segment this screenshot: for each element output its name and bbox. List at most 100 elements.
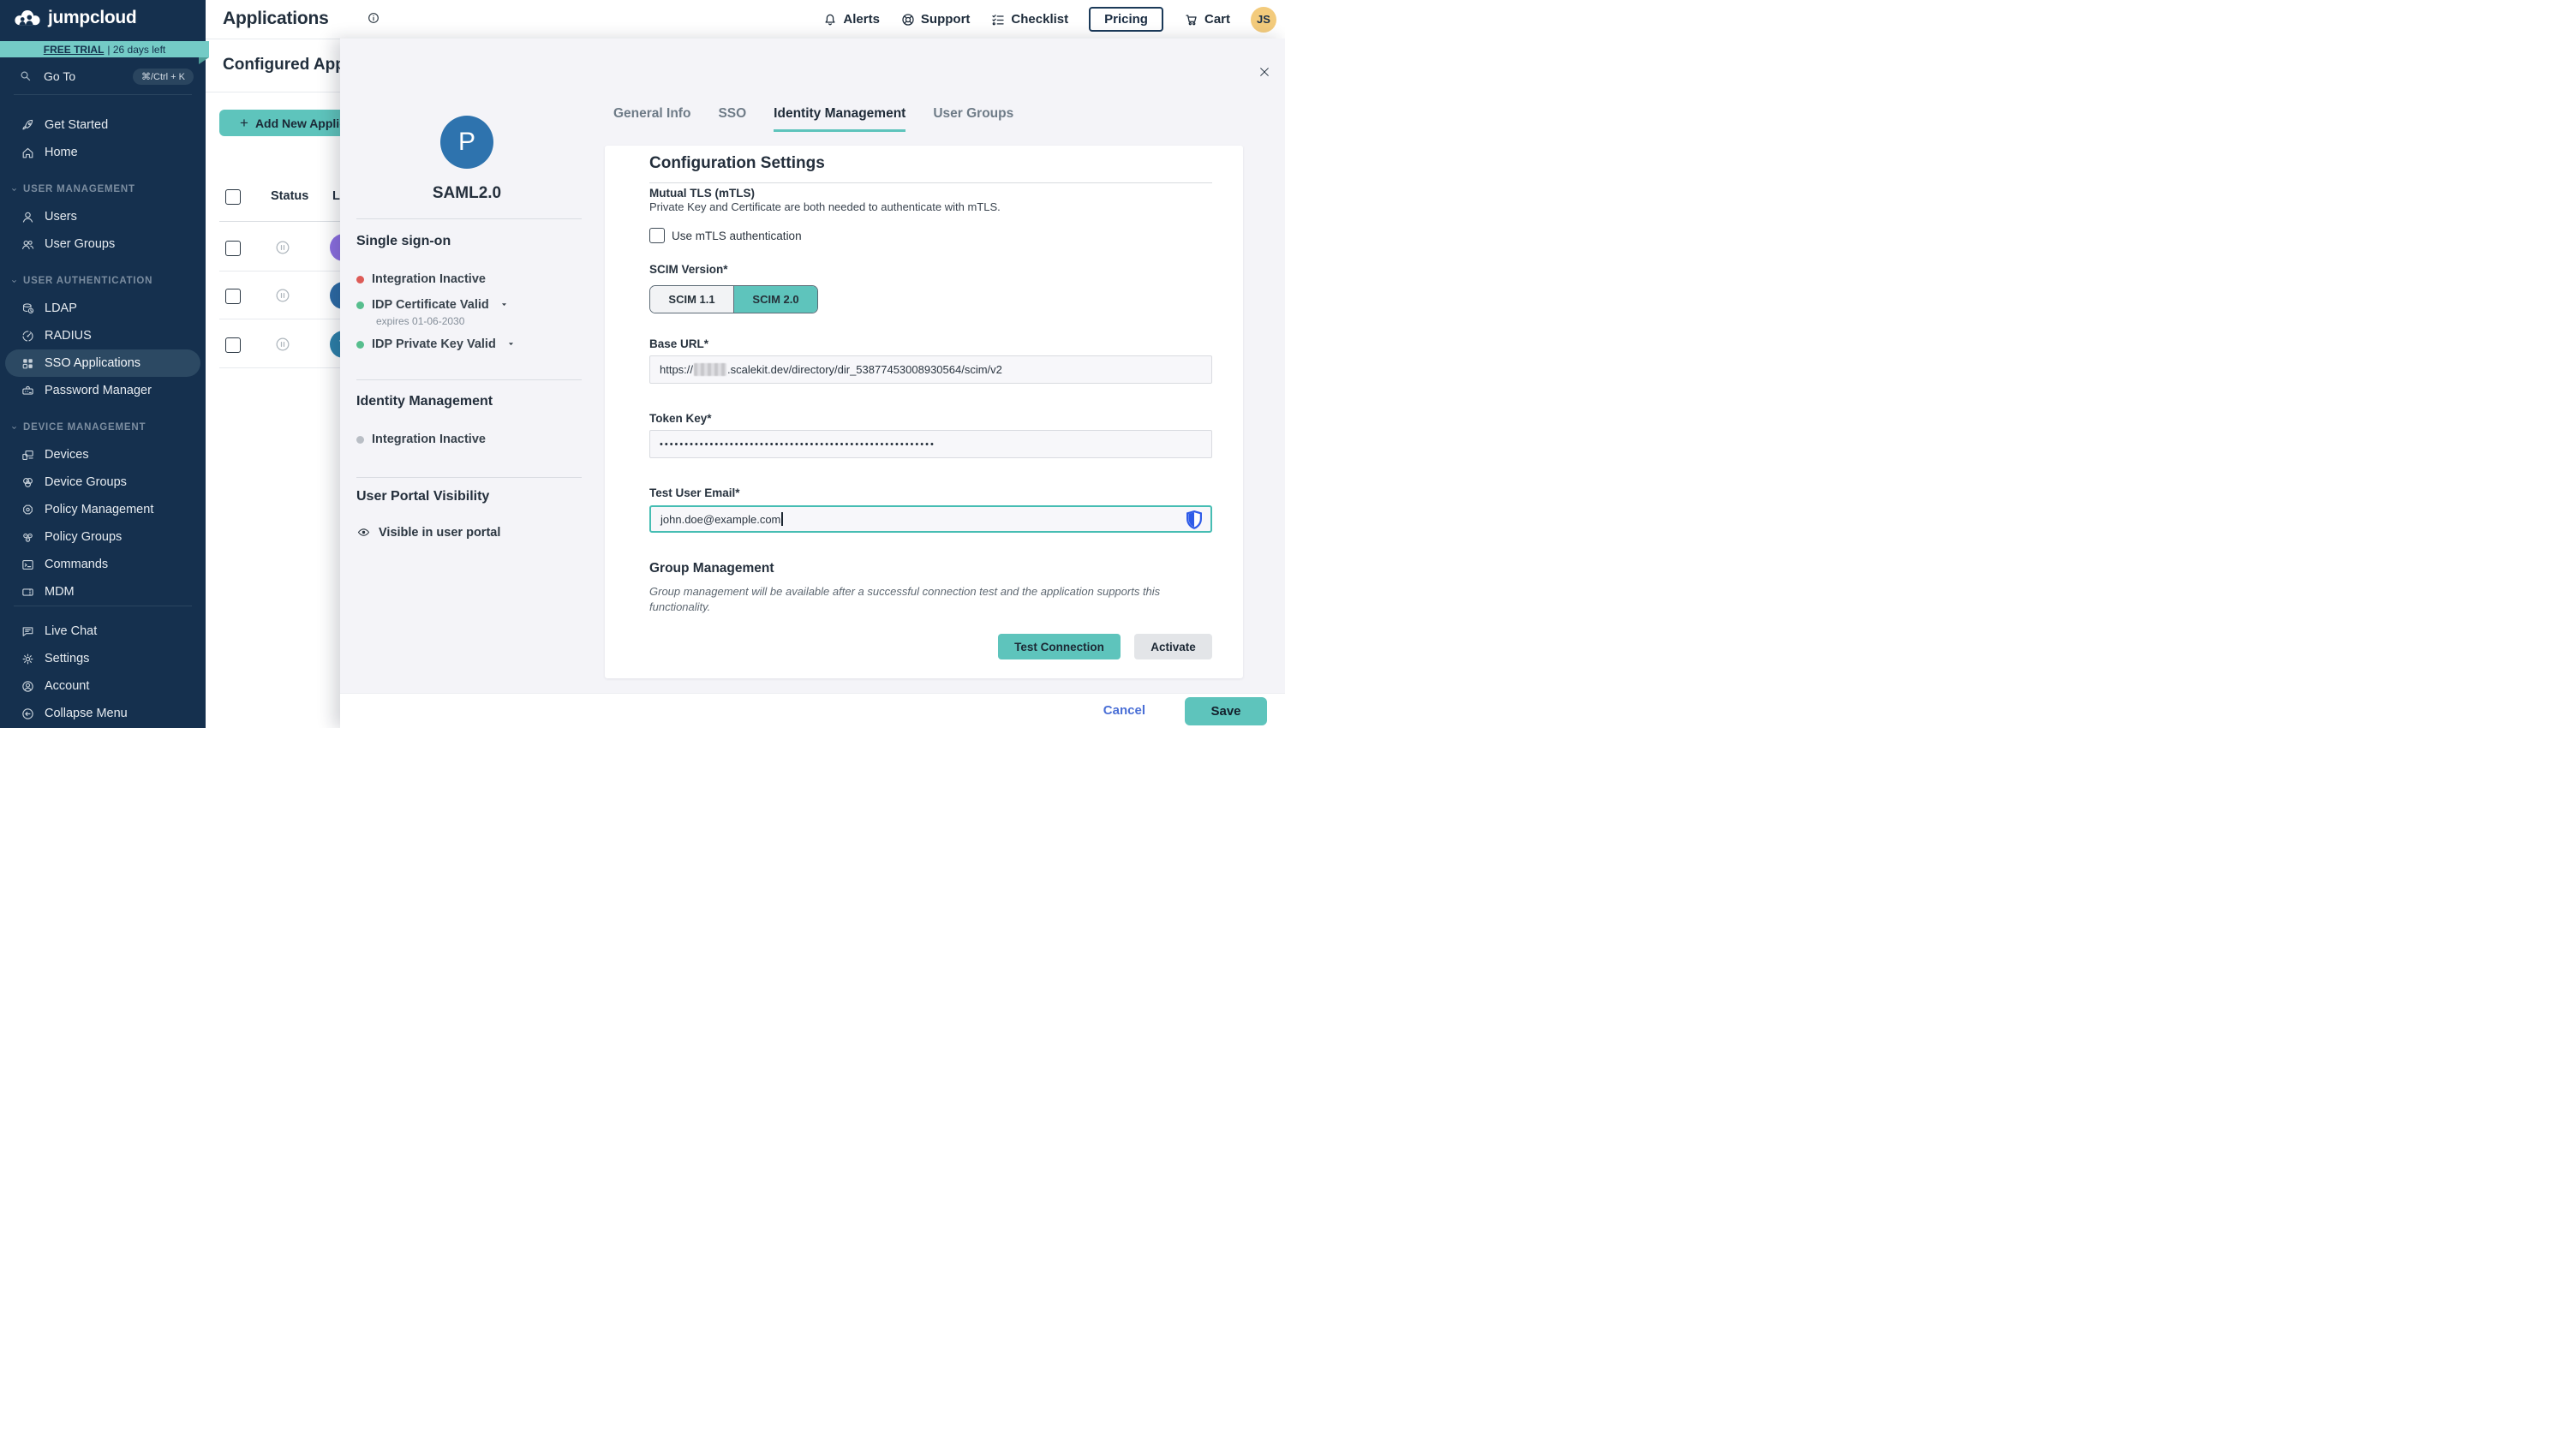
status-item: Integration Inactive [356, 433, 486, 446]
sidebar-item-get-started[interactable]: Get Started [0, 111, 206, 139]
rocket-icon [21, 118, 35, 133]
status-item[interactable]: IDP Private Key Valid [356, 337, 517, 352]
portal-heading: User Portal Visibility [356, 489, 489, 504]
select-all-checkbox[interactable] [225, 189, 241, 205]
sidebar-item-radius[interactable]: RADIUS [0, 322, 206, 349]
summary-divider-2 [356, 379, 582, 380]
sidebar-section-user-authentication[interactable]: USER AUTHENTICATION [0, 267, 206, 295]
close-icon[interactable] [1258, 64, 1271, 80]
sidebar-item-mdm[interactable]: MDM [0, 578, 206, 606]
jumpcloud-logo: jumpcloud [12, 8, 136, 28]
checklist-button[interactable]: Checklist [990, 12, 1068, 27]
sidebar-item-password-manager[interactable]: Password Manager [0, 377, 206, 404]
activate-button[interactable]: Activate [1134, 634, 1212, 659]
scim-option-scim-2-0[interactable]: SCIM 2.0 [733, 286, 817, 313]
status-label: Integration Inactive [372, 272, 486, 286]
sidebar-item-ldap[interactable]: LDAP [0, 295, 206, 322]
row-checkbox[interactable] [225, 337, 241, 353]
free-trial-banner[interactable]: FREE TRIAL | 26 days left [0, 41, 209, 57]
mtls-checkbox[interactable] [649, 228, 665, 243]
group-management-heading: Group Management [649, 561, 774, 576]
sidebar-item-users[interactable]: Users [0, 203, 206, 230]
sidebar-section-user-management[interactable]: USER MANAGEMENT [0, 176, 206, 203]
sidebar-item-label: Settings [45, 652, 89, 665]
password-manager-icon [21, 384, 35, 398]
sidebar-item-label: MDM [45, 585, 75, 599]
sidebar-item-label: Commands [45, 558, 108, 571]
header-action-list: Alerts Support Checklist [822, 12, 1068, 27]
user-icon [21, 210, 35, 224]
sidebar-item-policy-management[interactable]: Policy Management [0, 496, 206, 523]
test-user-email-input[interactable]: john.doe@example.com [649, 505, 1212, 533]
cancel-button[interactable]: Cancel [1098, 702, 1151, 719]
banner-fold [199, 57, 209, 64]
text-cursor [781, 512, 783, 526]
mtls-checkbox-row: Use mTLS authentication [649, 228, 802, 243]
tab-user-groups[interactable]: User Groups [933, 106, 1013, 132]
alerts-button[interactable]: Alerts [822, 12, 880, 27]
user-avatar[interactable]: JS [1251, 7, 1276, 33]
sidebar-item-policy-groups[interactable]: Policy Groups [0, 523, 206, 551]
sidebar-item-label: Device Groups [45, 475, 127, 489]
sidebar-item-label: Users [45, 210, 77, 224]
sidebar-item-settings[interactable]: Settings [0, 645, 206, 672]
gear-icon [21, 652, 35, 666]
mtls-checkbox-label: Use mTLS authentication [672, 230, 802, 242]
status-item[interactable]: IDP Certificate Valid [356, 297, 510, 313]
free-trial-link[interactable]: FREE TRIAL [44, 44, 105, 56]
row-checkbox[interactable] [225, 241, 241, 256]
token-key-input[interactable]: ••••••••••••••••••••••••••••••••••••••••… [649, 430, 1212, 458]
caret-down-icon-slot[interactable] [505, 337, 517, 352]
info-icon[interactable] [367, 10, 380, 26]
sidebar-item-label: Policy Groups [45, 530, 122, 544]
caret-down-icon-slot[interactable] [499, 297, 510, 313]
save-button[interactable]: Save [1185, 697, 1267, 725]
section-label: USER AUTHENTICATION [23, 276, 152, 286]
test-connection-button[interactable]: Test Connection [998, 634, 1121, 659]
sidebar-item-label: Devices [45, 448, 89, 462]
app-name: SAML2.0 [364, 184, 570, 203]
device-groups-icon [21, 475, 35, 490]
status-item: Integration Inactive [356, 272, 486, 286]
sidebar-item-account[interactable]: Account [0, 672, 206, 700]
summary-divider-3 [356, 477, 582, 478]
tab-general-info[interactable]: General Info [613, 106, 690, 132]
redacted-subdomain [694, 363, 726, 376]
goto-search[interactable]: Go To ⌘/Ctrl + K [0, 65, 206, 87]
configuration-card: Configuration Settings Mutual TLS (mTLS)… [605, 146, 1243, 678]
sidebar-item-device-groups[interactable]: Device Groups [0, 468, 206, 496]
configured-apps-title: Configured App [223, 56, 345, 75]
sidebar-item-devices[interactable]: Devices [0, 441, 206, 468]
password-manager-shield-icon[interactable] [1185, 510, 1204, 533]
tab-identity-management[interactable]: Identity Management [774, 106, 905, 132]
sidebar-item-live-chat[interactable]: Live Chat [0, 618, 206, 645]
pause-status-icon[interactable] [274, 239, 291, 256]
trial-days-left: | 26 days left [107, 44, 165, 56]
scim-option-scim-1-1[interactable]: SCIM 1.1 [650, 286, 733, 313]
status-dot [356, 341, 364, 349]
pause-status-icon[interactable] [274, 336, 291, 353]
logo-text: jumpcloud [48, 8, 136, 28]
pause-status-icon[interactable] [274, 287, 291, 304]
pause-icon [274, 287, 291, 304]
tab-sso[interactable]: SSO [718, 106, 746, 132]
status-sub-label: expires 01-06-2030 [376, 315, 464, 327]
drawer-footer: Cancel Save [340, 693, 1285, 728]
sidebar-item-home[interactable]: Home [0, 139, 206, 166]
pricing-button[interactable]: Pricing [1089, 7, 1163, 32]
scim-version-toggle: SCIM 1.1SCIM 2.0 [649, 285, 818, 313]
sidebar-item-user-groups[interactable]: User Groups [0, 230, 206, 258]
user-group-icon [21, 237, 35, 252]
sidebar-item-commands[interactable]: Commands [0, 551, 206, 578]
sidebar-item-collapse-menu[interactable]: Collapse Menu [0, 700, 206, 727]
group-management-description: Group management will be available after… [649, 584, 1202, 614]
row-checkbox[interactable] [225, 289, 241, 304]
support-button[interactable]: Support [900, 12, 971, 27]
status-dot [356, 276, 364, 283]
cart-button[interactable]: Cart [1184, 11, 1230, 27]
base-url-suffix: .scalekit.dev/directory/dir_538774530089… [727, 363, 1002, 376]
sidebar-item-sso-applications[interactable]: SSO Applications [5, 349, 200, 377]
base-url-input[interactable]: https://.scalekit.dev/directory/dir_5387… [649, 355, 1212, 384]
sidebar-section-device-management[interactable]: DEVICE MANAGEMENT [0, 414, 206, 441]
summary-divider [356, 218, 582, 219]
